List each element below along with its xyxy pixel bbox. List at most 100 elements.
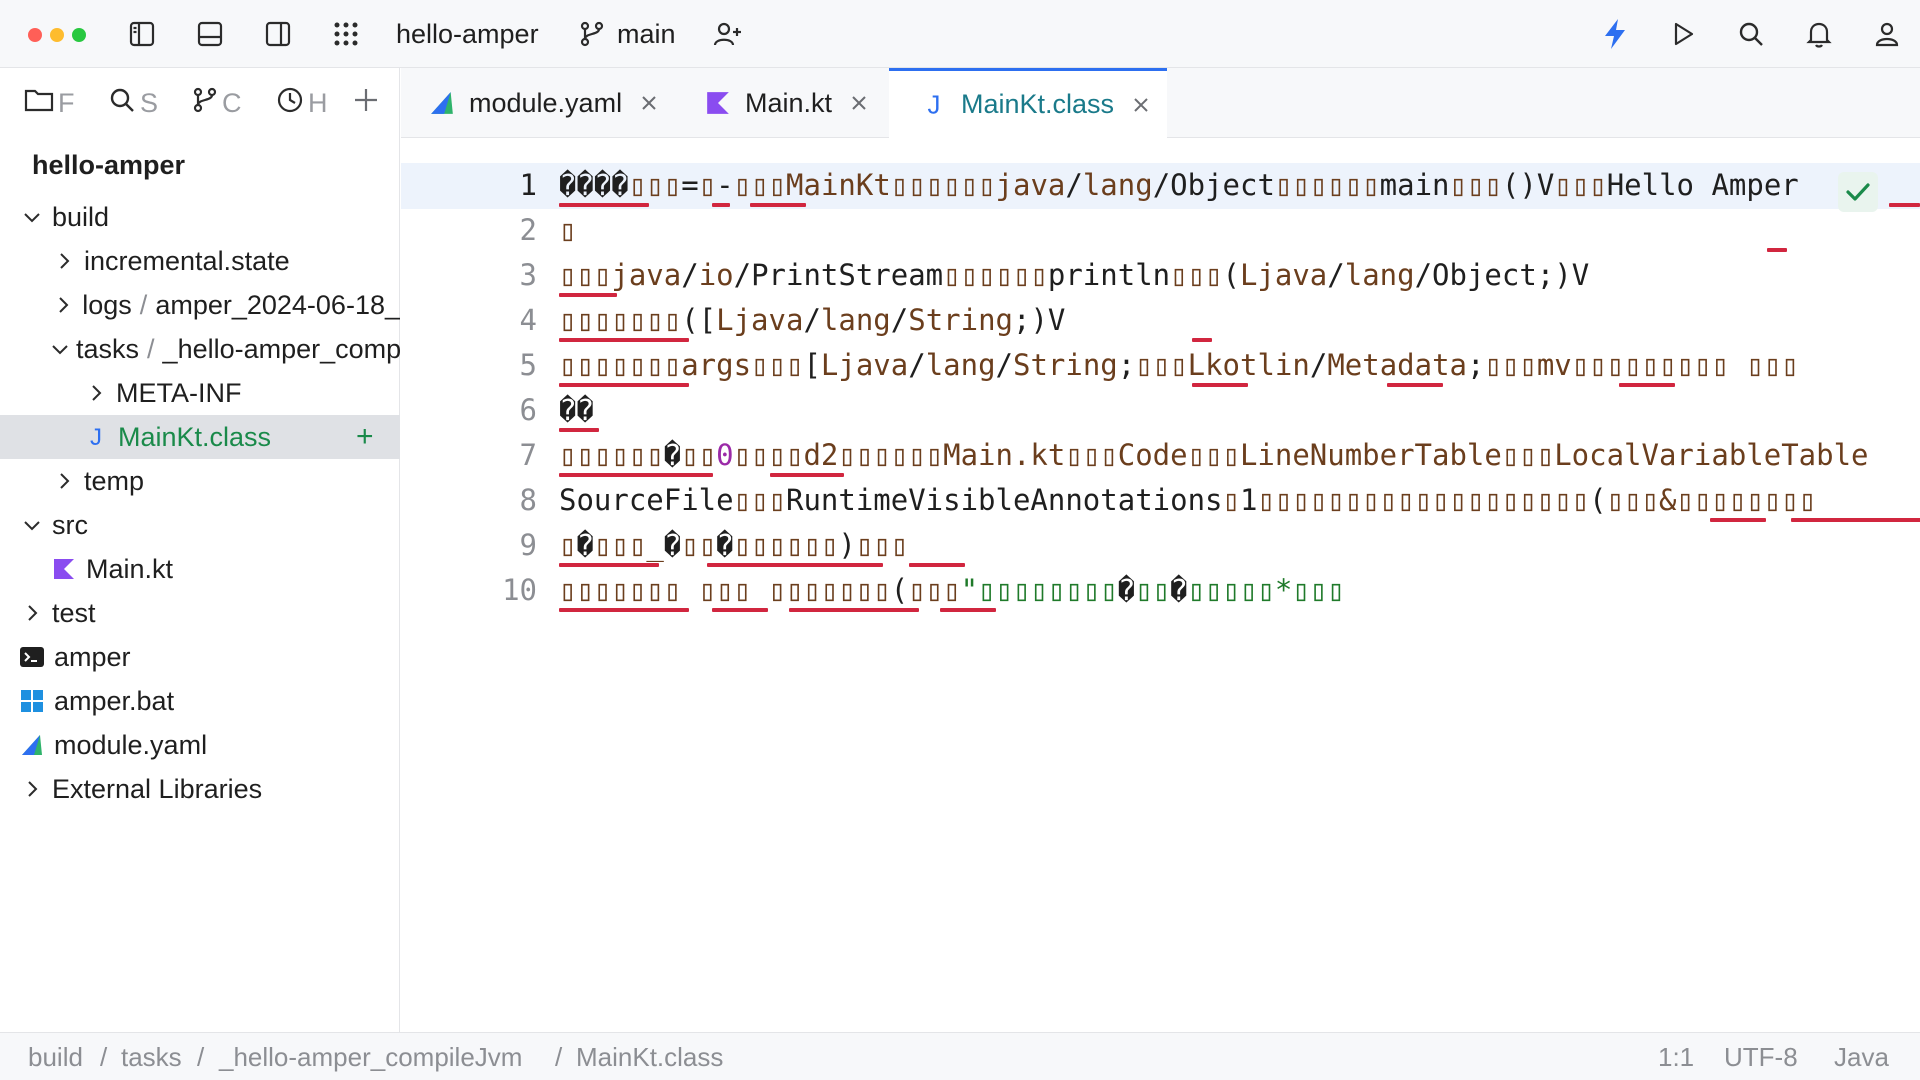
window-close-button[interactable] [28,28,42,42]
tree-item-src[interactable]: src [0,503,400,547]
chevron-right-icon[interactable] [50,283,76,327]
error-underline [1889,203,1920,207]
chevron-right-icon[interactable] [50,459,78,503]
tree-item-mainkt-class[interactable]: J MainKt.class + [0,415,400,459]
error-underline [1710,518,1766,522]
error-underline [1387,383,1443,387]
right-panel-toggle-icon[interactable] [258,14,298,54]
add-tab-button[interactable] [352,84,392,122]
tree-item-main-kt[interactable]: Main.kt [0,547,400,591]
chevron-right-icon[interactable] [18,767,46,811]
breadcrumb-file[interactable]: MainKt.class [576,1041,723,1073]
code-editor[interactable]: 1 2 3 4 5 6 7 8 9 10 ����▯▯▯=▯-▯▯▯MainKt▯▯▯▯▯▯jav… [401,139,1920,1032]
code-line[interactable]: ▯▯▯▯▯▯▯ ▯▯▯ ▯▯▯▯▯▯▯(▯▯▯"▯▯▯▯▯▯▯▯�▯▯�▯▯▯▯… [559,568,1345,613]
line-number: 4 [519,303,537,337]
tab-main-kt[interactable]: Main.kt [703,68,893,138]
code-token: ) [838,528,856,562]
tree-item-meta-inf[interactable]: META-INF [0,371,400,415]
chevron-right-icon[interactable] [18,591,46,635]
java-file-icon: J [82,415,110,459]
run-icon[interactable] [1663,14,1703,54]
tree-item-tasks[interactable]: tasks / _hello-amper_compileJvm [0,327,400,371]
add-user-icon[interactable] [708,14,748,54]
code-line[interactable]: ▯ [559,208,576,253]
code-token: /PrintStream [733,258,944,292]
close-icon[interactable] [1132,96,1150,114]
code-token: ;)V [1013,303,1066,337]
code-line[interactable]: ▯▯▯▯▯▯�▯▯0▯▯▯▯d2▯▯▯▯▯▯Main.kt▯▯▯Code▯▯▯L… [559,433,1869,478]
code-line[interactable]: ▯▯▯▯▯▯▯([Ljava/lang/String;)V [559,298,1065,343]
tree-item-logs[interactable]: logs / amper_2024-06-18_ [0,283,400,327]
close-icon[interactable] [850,94,868,112]
code-token: ▯ [698,168,717,202]
line-number: 3 [519,258,537,292]
tab-mainkt-class[interactable]: J MainKt.class [889,68,1167,138]
code-token: [ [803,348,821,382]
code-token: ���� [559,168,629,202]
file-encoding[interactable]: UTF-8 [1724,1041,1798,1073]
clock-icon [276,86,304,121]
tab-commit[interactable]: C [192,84,248,122]
window-zoom-button[interactable] [72,28,86,42]
left-panel-toggle-icon[interactable] [122,14,162,54]
error-underline [559,608,689,612]
tab-module-yaml[interactable]: module.yaml [427,68,667,138]
tree-item-amper[interactable]: amper [0,635,400,679]
tab-search[interactable]: S [108,84,164,122]
file-language[interactable]: Java [1834,1041,1889,1073]
chevron-down-icon[interactable] [18,195,46,239]
code-line[interactable]: ▯▯▯▯▯▯▯args▯▯▯[Ljava/lang/String;▯▯▯Lkot… [559,343,1799,388]
line-number: 10 [502,573,537,607]
project-name-selector[interactable]: hello-amper [396,16,539,52]
kotlin-file-icon [50,547,78,591]
code-line[interactable]: ▯�▯▯▯_�▯▯�▯▯▯▯▯▯)▯▯▯ [559,523,908,568]
bell-icon[interactable] [1799,14,1839,54]
user-profile-icon[interactable] [1867,14,1907,54]
code-line[interactable]: SourceFile▯▯▯RuntimeVisibleAnnotations▯1… [559,478,1816,523]
error-underline [559,428,599,432]
tree-item-module-yaml[interactable]: module.yaml [0,723,400,767]
tree-item-amper-bat[interactable]: amper.bat [0,679,400,723]
chevron-right-icon[interactable] [50,239,78,283]
tree-item-label: temp [84,465,145,496]
chevron-right-icon[interactable] [82,371,110,415]
bottom-panel-toggle-icon[interactable] [190,14,230,54]
tree-item-incremental-state[interactable]: incremental.state [0,239,400,283]
app-grid-icon[interactable] [326,14,366,54]
error-underline [559,563,659,567]
tree-item-temp[interactable]: temp [0,459,400,503]
tab-history[interactable]: H [276,84,332,122]
code-line[interactable]: ▯▯▯java/io/PrintStream▯▯▯▯▯▯println▯▯▯(L… [559,253,1589,298]
line-number: 9 [519,528,537,562]
breadcrumb-compile-task[interactable]: _hello-amper_compileJvm [219,1041,522,1073]
lightning-icon[interactable] [1595,14,1635,54]
tab-project-files[interactable]: F [24,84,80,122]
windows-icon [18,679,46,723]
tree-item-label: Main.kt [86,553,174,584]
branch-selector[interactable]: main [617,16,676,52]
chevron-down-icon[interactable] [18,503,46,547]
tree-item-label: tasks [76,333,140,364]
breadcrumb-tasks[interactable]: tasks [121,1041,182,1073]
tree-item-external-libraries[interactable]: External Libraries [0,767,400,811]
chevron-down-icon[interactable] [50,327,70,371]
code-line[interactable]: ����▯▯▯=▯-▯▯▯MainKt▯▯▯▯▯▯java/lang/Objec… [559,163,1799,208]
search-icon[interactable] [1731,14,1771,54]
tree-item-build[interactable]: build [0,195,400,239]
code-token: ▯▯▯ [628,168,682,202]
error-underline [707,563,883,567]
tab-label: S [140,87,159,118]
branch-icon [572,14,612,54]
tree-item-test[interactable]: test [0,591,400,635]
code-token: �� [559,393,594,427]
cursor-position[interactable]: 1:1 [1658,1041,1694,1073]
tree-item-label: logs [82,289,132,320]
close-icon[interactable] [640,94,658,112]
breadcrumb-build[interactable]: build [28,1041,83,1073]
code-line[interactable]: �� [559,388,594,433]
project-title: hello-amper [32,150,186,180]
code-token: ▯▯ [681,438,717,472]
code-token: SourceFile [559,483,734,517]
inspection-ok-icon[interactable] [1838,172,1878,212]
window-minimize-button[interactable] [50,28,64,42]
